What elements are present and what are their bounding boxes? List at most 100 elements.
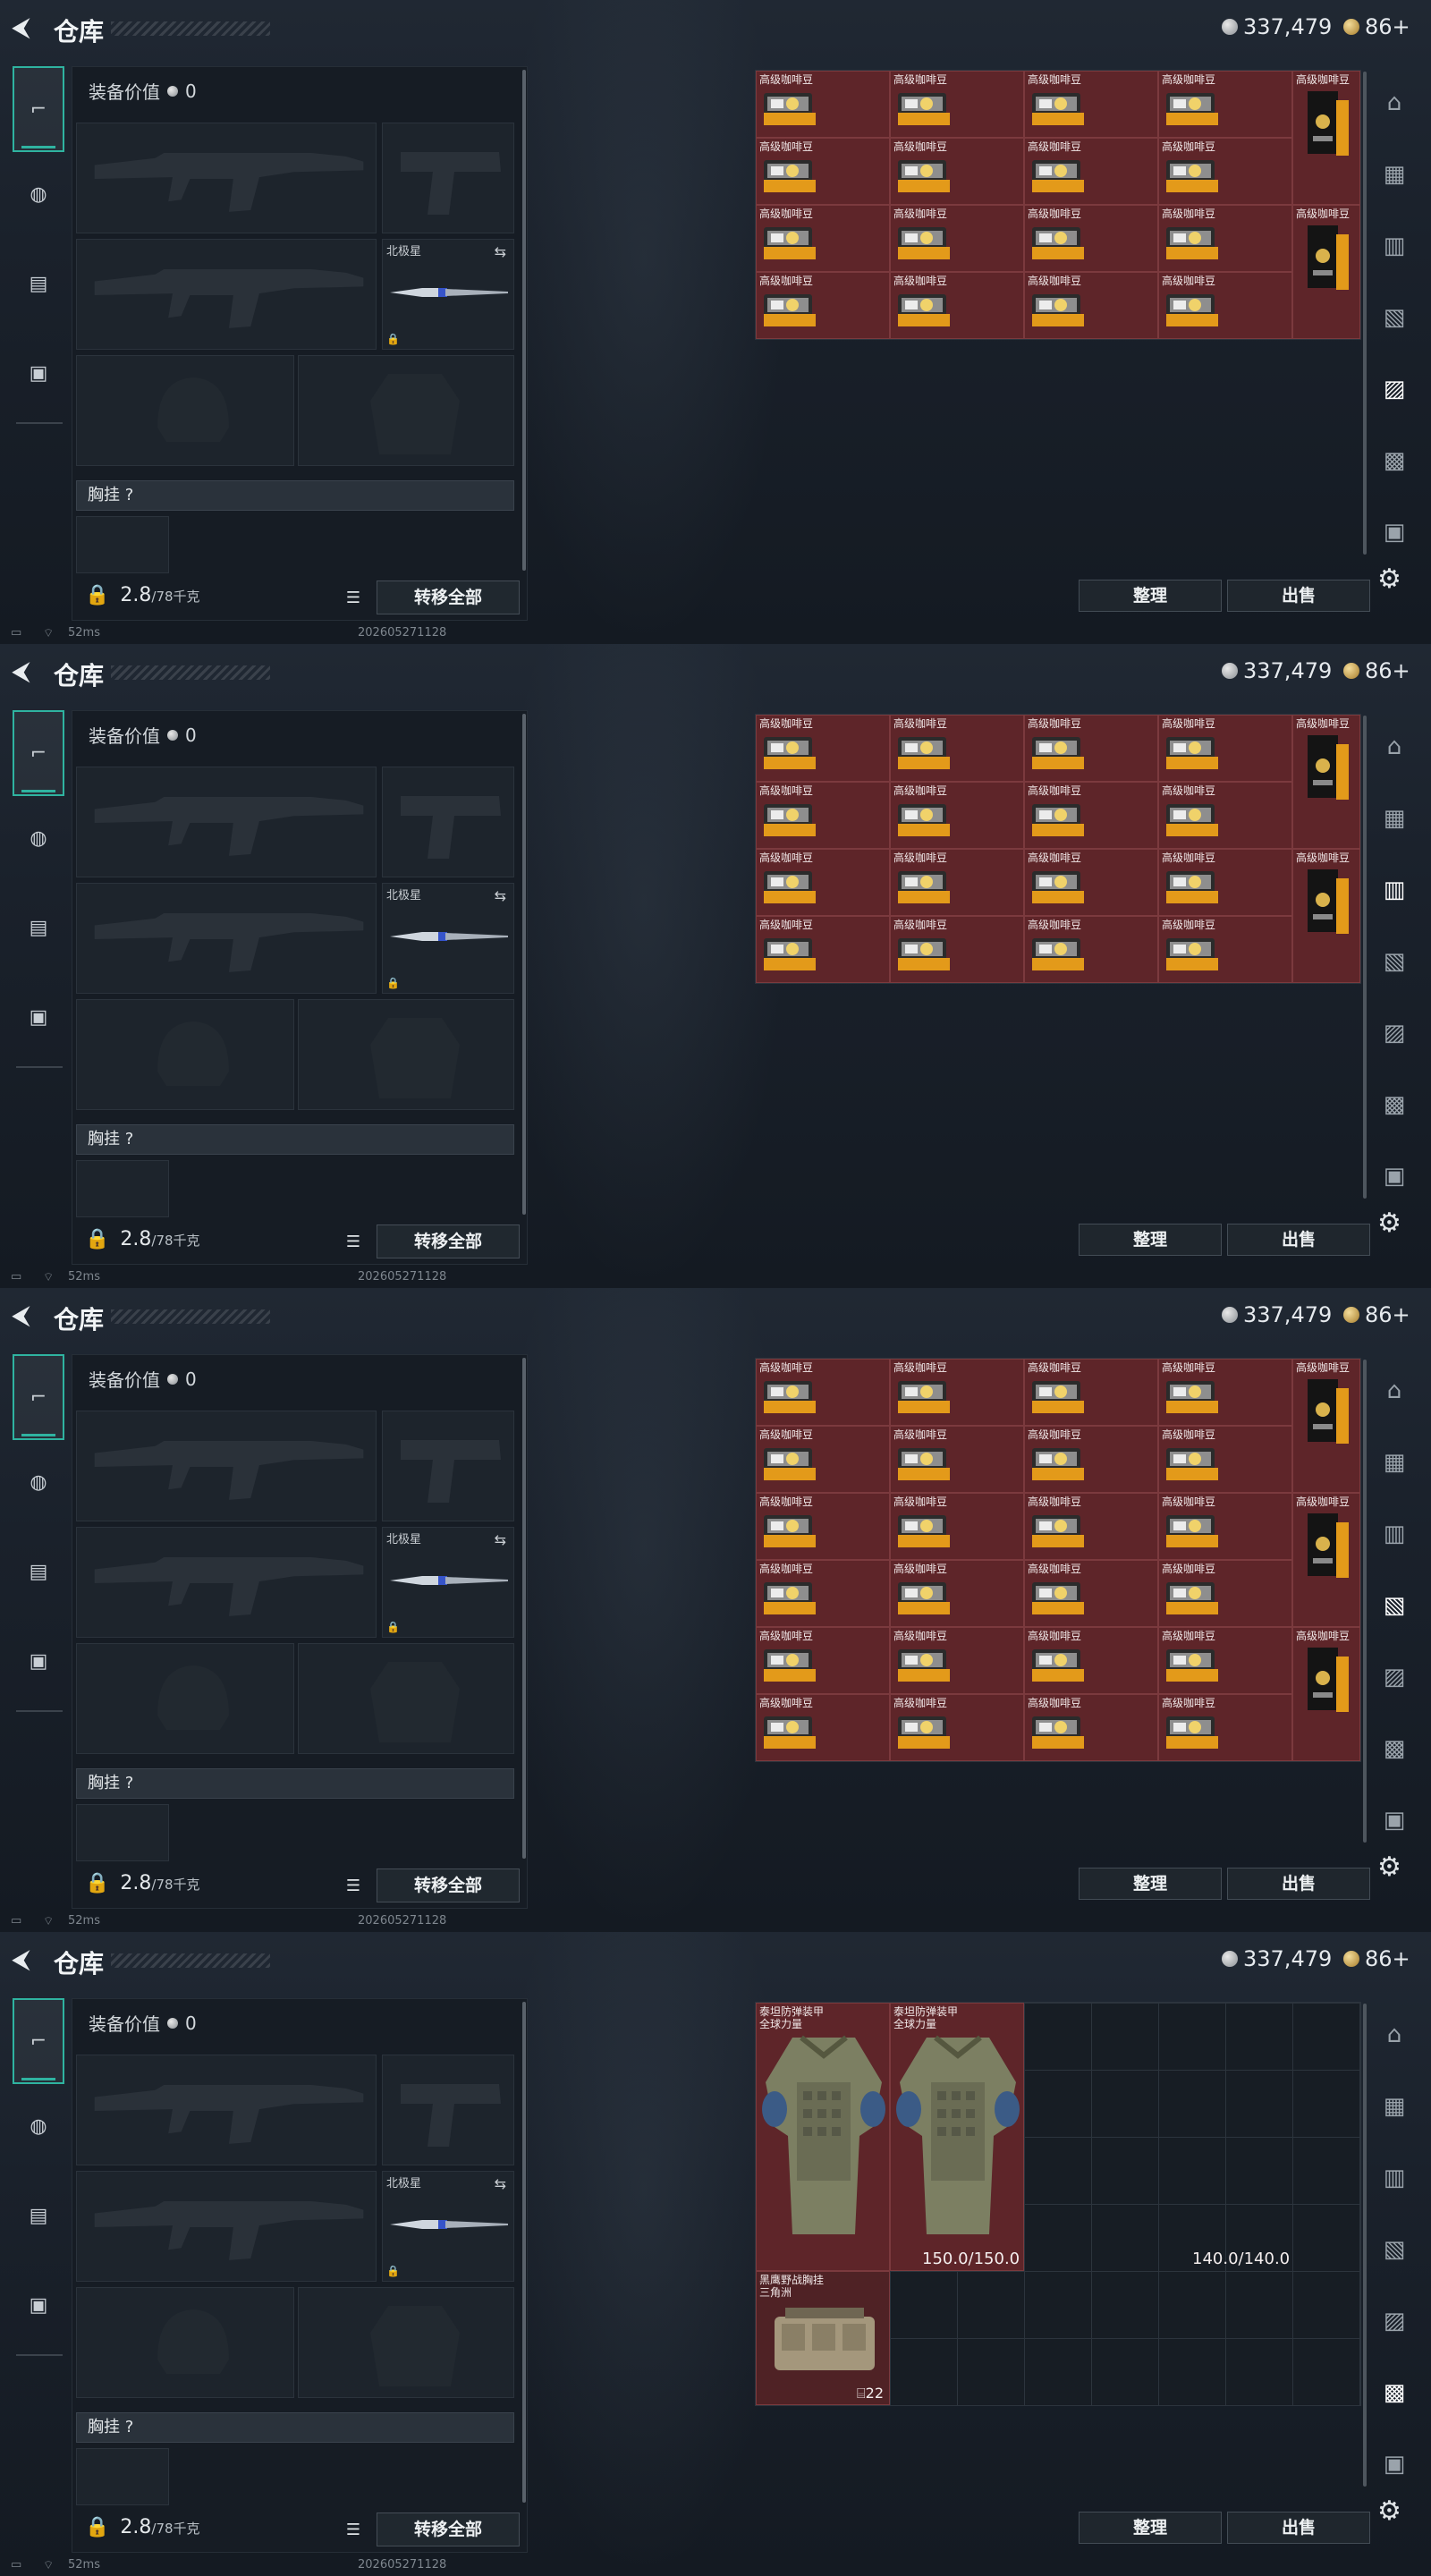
loadout-scrollbar[interactable] xyxy=(522,2002,526,2503)
coffee-item[interactable]: 高级咖啡豆 xyxy=(890,1359,1024,1426)
armor-item[interactable]: 泰坦防弹装甲 全球力量 xyxy=(756,2003,890,2271)
gear-icon[interactable]: ⚙ xyxy=(1377,2496,1401,2527)
gear-icon[interactable]: ⚙ xyxy=(1377,1208,1401,1239)
coffee-item[interactable]: 高级咖啡豆 xyxy=(890,71,1024,138)
pistol-slot[interactable] xyxy=(382,2055,514,2165)
coffee-item[interactable]: 高级咖啡豆 xyxy=(1158,715,1292,782)
coffee-item[interactable]: 高级咖啡豆 xyxy=(1024,1694,1158,1761)
chest-rig-header[interactable]: 胸挂 ? xyxy=(76,1768,514,1799)
tab-all[interactable]: ⌂ xyxy=(1376,728,1413,766)
nav-helmet[interactable]: ◍ xyxy=(18,1462,59,1503)
coffee-item[interactable]: 高级咖啡豆 xyxy=(1158,1359,1292,1426)
tab-extra[interactable]: ▣ xyxy=(1376,513,1413,551)
coffee-item[interactable]: 高级咖啡豆 xyxy=(756,1426,890,1493)
gold-currency[interactable]: 86+ xyxy=(1343,1946,1410,1971)
stash-scrollbar[interactable] xyxy=(1363,716,1367,1199)
tab-misc[interactable]: ▩ xyxy=(1376,1086,1413,1123)
primary-weapon-slot[interactable] xyxy=(76,123,377,233)
coffee-item[interactable]: 高级咖啡豆 xyxy=(1024,272,1158,339)
tab-cuisine[interactable]: ▦ xyxy=(1376,156,1413,193)
stash-scrollbar[interactable] xyxy=(1363,72,1367,555)
coffee-item[interactable]: 高级咖啡豆 xyxy=(756,272,890,339)
coffee-item[interactable]: 高级咖啡豆 xyxy=(1024,205,1158,272)
coffee-item[interactable]: 高级咖啡豆 xyxy=(890,782,1024,849)
sell-button[interactable]: 出售 xyxy=(1227,2512,1370,2544)
coffee-item[interactable]: 高级咖啡豆 xyxy=(756,1627,890,1694)
pistol-slot[interactable] xyxy=(382,767,514,877)
move-all-button[interactable]: 转移全部 xyxy=(377,580,520,614)
list-icon[interactable]: ☰ xyxy=(341,586,366,611)
tab-armor[interactable]: ▨ xyxy=(1376,2302,1413,2340)
coffee-item[interactable]: 高级咖啡豆 xyxy=(1158,1694,1292,1761)
helmet-slot[interactable] xyxy=(76,355,294,466)
coffee-item[interactable]: 高级咖啡豆 xyxy=(1024,1560,1158,1627)
coffee-item[interactable]: 高级咖啡豆 xyxy=(1024,1493,1158,1560)
nav-weapons[interactable]: ⌐ xyxy=(13,1354,64,1440)
coffee-bag-item[interactable]: 高级咖啡豆 xyxy=(1292,1493,1360,1627)
tab-armor[interactable]: ▨ xyxy=(1376,1014,1413,1052)
tab-all[interactable]: ⌂ xyxy=(1376,2016,1413,2054)
tab-misc[interactable]: ▩ xyxy=(1376,1730,1413,1767)
nav-backpack[interactable]: ▤ xyxy=(18,1551,59,1592)
nav-weapons[interactable]: ⌐ xyxy=(13,1998,64,2084)
tab-all[interactable]: ⌂ xyxy=(1376,84,1413,122)
coffee-item[interactable]: 高级咖啡豆 xyxy=(756,1560,890,1627)
melee-slot[interactable]: 北极星 ⇆ 🔒 xyxy=(382,2171,514,2282)
help-icon[interactable]: ? xyxy=(125,1130,134,1148)
tab-ammo[interactable]: ▧ xyxy=(1376,2231,1413,2268)
chest-rig-header[interactable]: 胸挂 ? xyxy=(76,480,514,511)
move-all-button[interactable]: 转移全部 xyxy=(377,1224,520,1258)
list-icon[interactable]: ☰ xyxy=(341,1874,366,1899)
tab-ammo[interactable]: ▧ xyxy=(1376,943,1413,980)
back-arrow-icon[interactable]: ⮜ xyxy=(13,657,43,687)
coffee-item[interactable]: 高级咖啡豆 xyxy=(756,1493,890,1560)
nav-backpack[interactable]: ▤ xyxy=(18,263,59,304)
coffee-item[interactable]: 高级咖啡豆 xyxy=(890,1426,1024,1493)
chest-rig-header[interactable]: 胸挂 ? xyxy=(76,1124,514,1155)
tab-cuisine[interactable]: ▦ xyxy=(1376,800,1413,837)
coffee-item[interactable]: 高级咖啡豆 xyxy=(1158,782,1292,849)
coffee-item[interactable]: 高级咖啡豆 xyxy=(756,138,890,205)
coffee-bag-item[interactable]: 高级咖啡豆 xyxy=(1292,1627,1360,1761)
helmet-slot[interactable] xyxy=(76,2287,294,2398)
loadout-scrollbar[interactable] xyxy=(522,1358,526,1859)
coffee-item[interactable]: 高级咖啡豆 xyxy=(756,849,890,916)
tab-armor[interactable]: ▨ xyxy=(1376,1658,1413,1696)
coffee-bag-item[interactable]: 高级咖啡豆 xyxy=(1292,71,1360,205)
coffee-item[interactable]: 高级咖啡豆 xyxy=(756,71,890,138)
coffee-item[interactable]: 高级咖啡豆 xyxy=(1158,272,1292,339)
list-icon[interactable]: ☰ xyxy=(341,2518,366,2543)
gear-icon[interactable]: ⚙ xyxy=(1377,564,1401,595)
tab-tools[interactable]: ▥ xyxy=(1376,871,1413,909)
sort-button[interactable]: 整理 xyxy=(1079,1868,1222,1900)
coffee-item[interactable]: 高级咖啡豆 xyxy=(1158,849,1292,916)
coffee-item[interactable]: 高级咖啡豆 xyxy=(890,1560,1024,1627)
chest-rig-slot[interactable] xyxy=(76,1160,169,1217)
coffee-item[interactable]: 高级咖啡豆 xyxy=(890,1493,1024,1560)
armor-slot[interactable] xyxy=(298,999,514,1110)
tab-tools[interactable]: ▥ xyxy=(1376,2159,1413,2197)
secondary-weapon-slot[interactable] xyxy=(76,239,377,350)
sell-button[interactable]: 出售 xyxy=(1227,1224,1370,1256)
coffee-item[interactable]: 高级咖啡豆 xyxy=(890,849,1024,916)
move-all-button[interactable]: 转移全部 xyxy=(377,1868,520,1902)
list-icon[interactable]: ☰ xyxy=(341,1230,366,1255)
tab-ammo[interactable]: ▧ xyxy=(1376,299,1413,336)
nav-helmet[interactable]: ◍ xyxy=(18,818,59,859)
coffee-item[interactable]: 高级咖啡豆 xyxy=(1158,1560,1292,1627)
tab-cuisine[interactable]: ▦ xyxy=(1376,2088,1413,2125)
tab-tools[interactable]: ▥ xyxy=(1376,1515,1413,1553)
tab-ammo[interactable]: ▧ xyxy=(1376,1587,1413,1624)
help-icon[interactable]: ? xyxy=(125,2418,134,2436)
tab-misc[interactable]: ▩ xyxy=(1376,2374,1413,2411)
melee-slot[interactable]: 北极星 ⇆ 🔒 xyxy=(382,883,514,994)
coffee-item[interactable]: 高级咖啡豆 xyxy=(1158,71,1292,138)
coffee-item[interactable]: 高级咖啡豆 xyxy=(1158,205,1292,272)
coffee-item[interactable]: 高级咖啡豆 xyxy=(1024,715,1158,782)
nav-case[interactable]: ▣ xyxy=(18,1640,59,1682)
swap-icon[interactable]: ⇆ xyxy=(495,1531,506,1548)
coffee-item[interactable]: 高级咖啡豆 xyxy=(890,916,1024,983)
stash-scrollbar[interactable] xyxy=(1363,2004,1367,2487)
help-icon[interactable]: ? xyxy=(125,1774,134,1792)
coffee-bag-item[interactable]: 高级咖啡豆 xyxy=(1292,715,1360,849)
